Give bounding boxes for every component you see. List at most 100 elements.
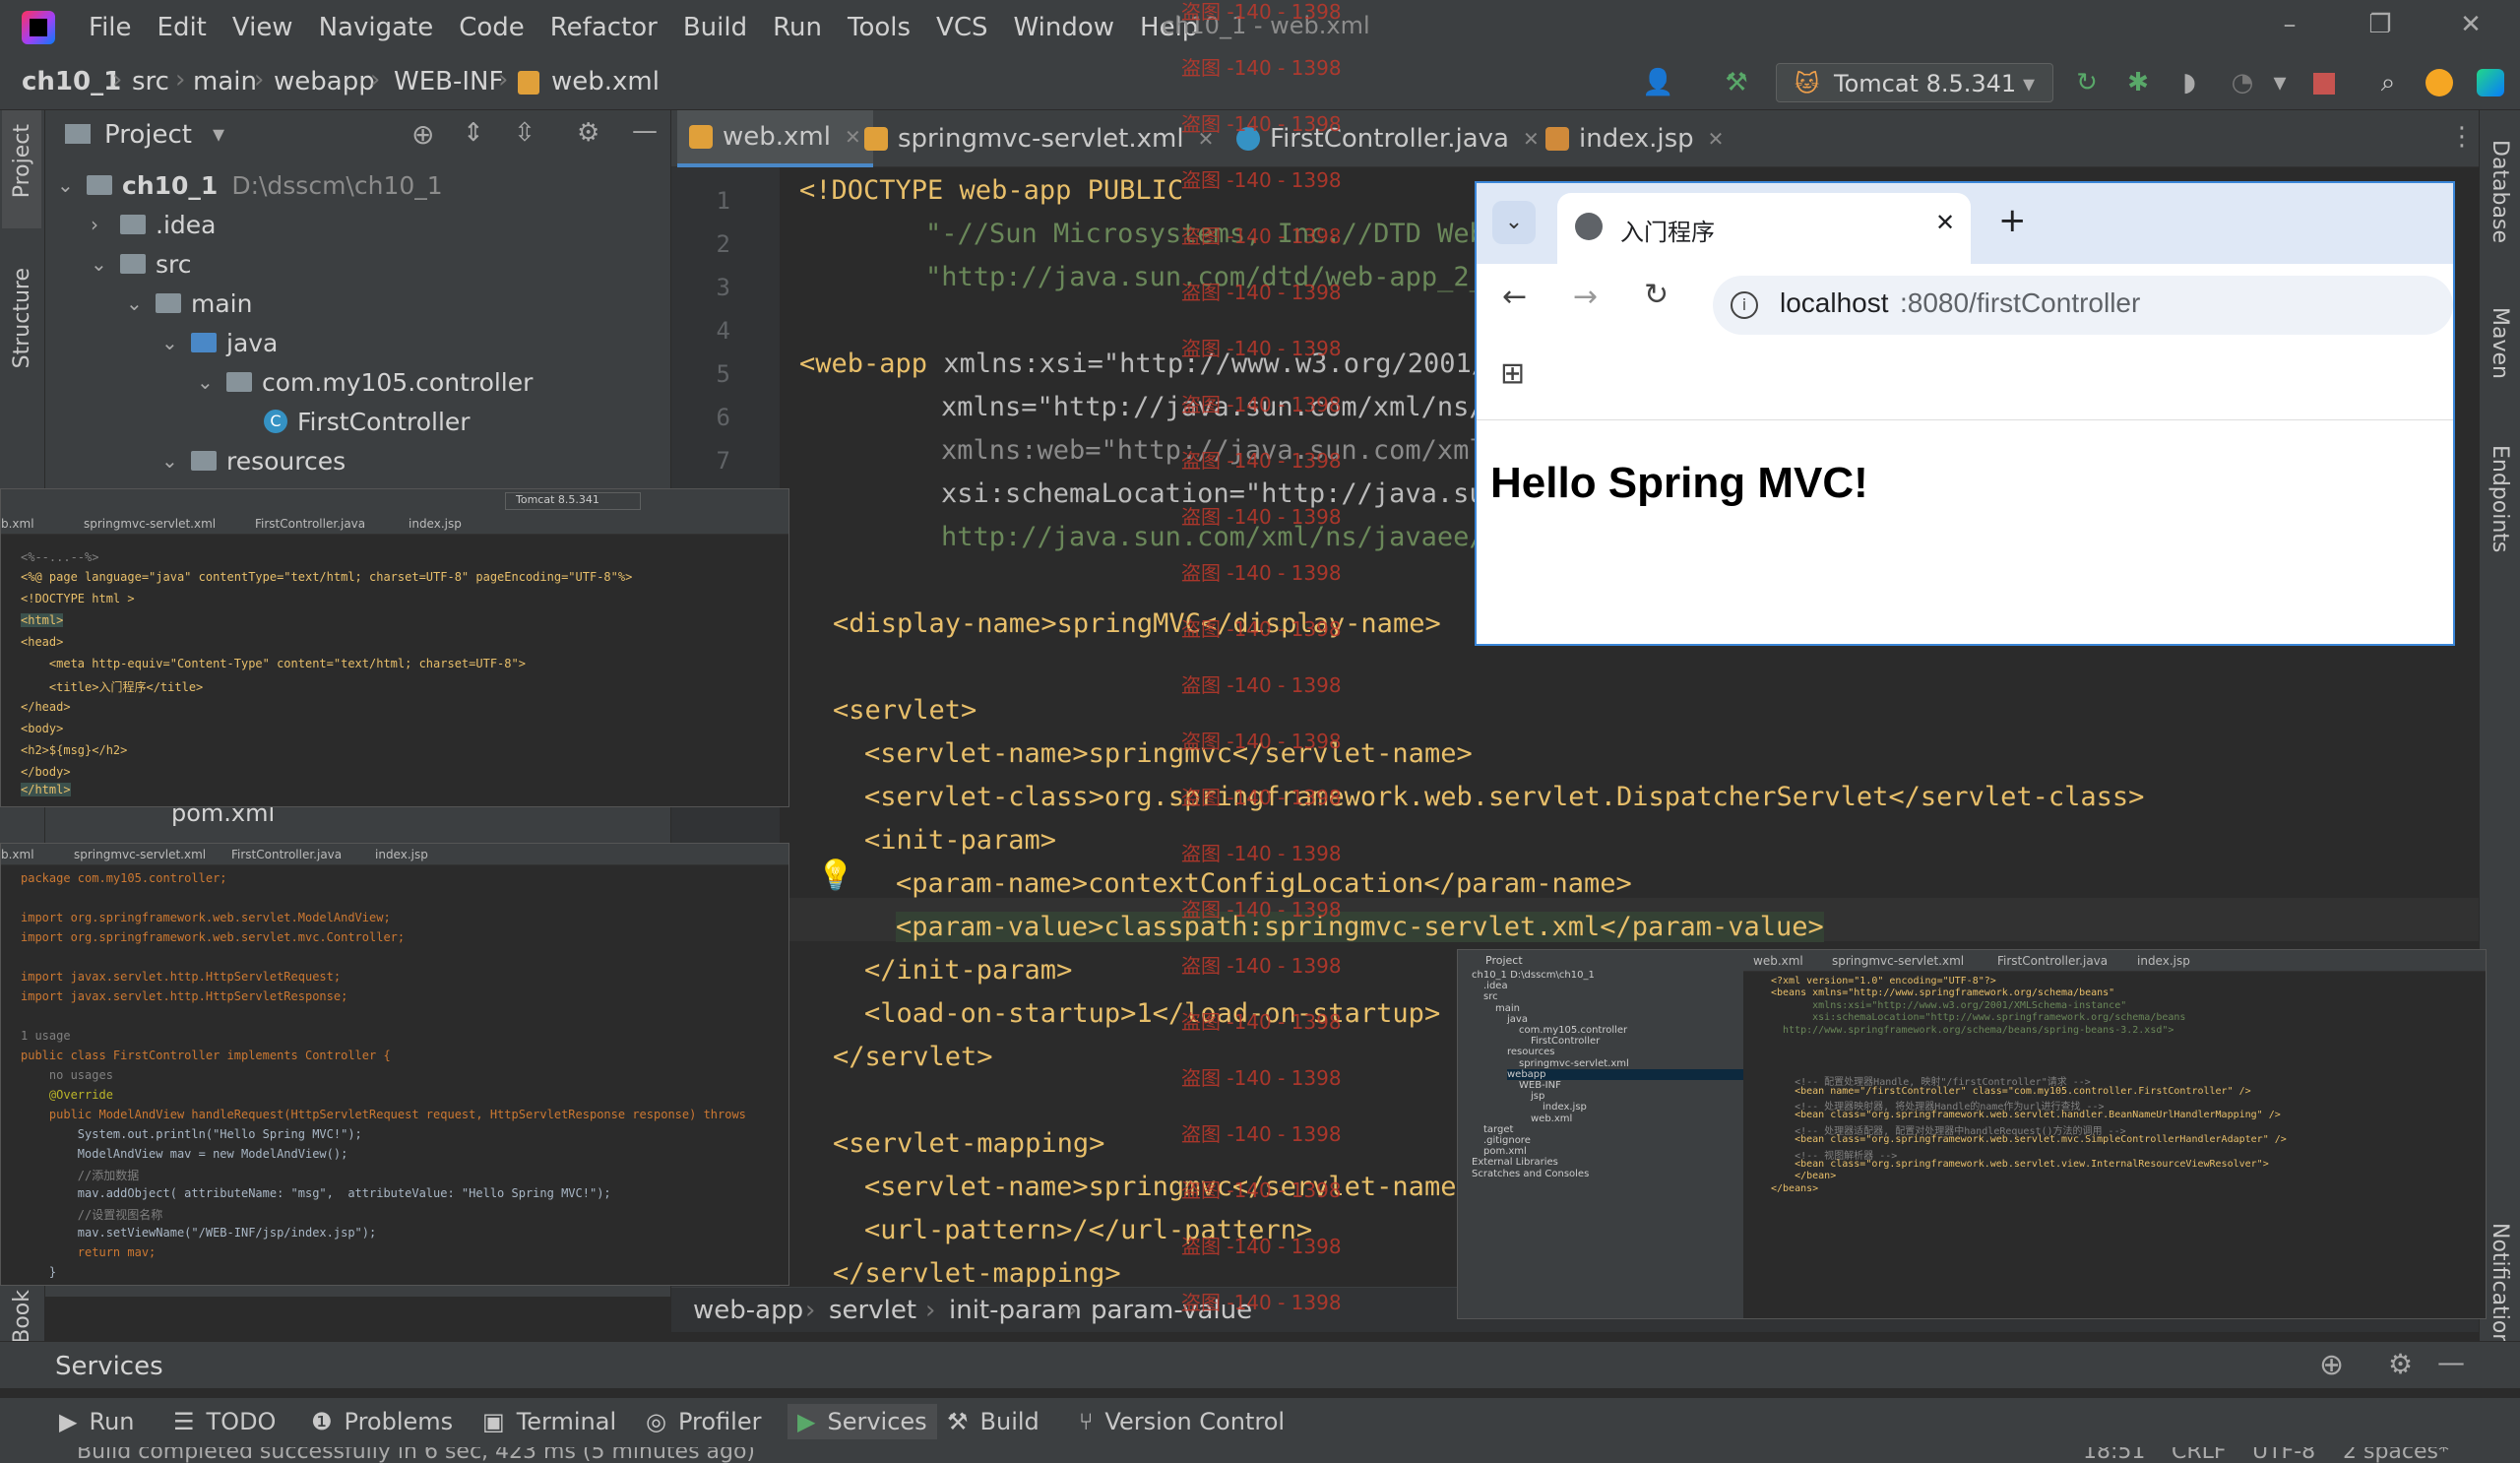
maven-tool-label[interactable]: Maven: [2488, 307, 2512, 379]
editor-breadcrumb-item[interactable]: web-app: [693, 1296, 803, 1325]
address-bar[interactable]: i localhost :8080/firstController: [1713, 276, 2453, 335]
expand-all-icon[interactable]: ⇕: [463, 118, 484, 148]
tree-item-src[interactable]: ⌄ src: [91, 244, 192, 284]
database-tool-label[interactable]: Database: [2488, 140, 2512, 243]
rerun-icon[interactable]: ↻: [2071, 67, 2103, 98]
more-tabs-icon[interactable]: ⋮: [2449, 122, 2475, 152]
tree-item-firstcontroller[interactable]: C FirstController: [264, 402, 471, 441]
tool-tab-services[interactable]: ▶ Services: [788, 1404, 937, 1439]
breadcrumb-src[interactable]: src: [132, 67, 169, 96]
run-configuration-select[interactable]: 🐱 Tomcat 8.5.341 ▾: [1776, 63, 2053, 102]
tab-web-xml[interactable]: web.xml ✕: [677, 110, 873, 167]
tab-list-chevron-icon[interactable]: ⌄: [1492, 201, 1536, 244]
close-tab-icon[interactable]: ✕: [1935, 209, 1955, 236]
tab-index-jsp[interactable]: index.jsp ✕: [1534, 110, 1735, 167]
site-info-icon[interactable]: i: [1731, 291, 1758, 319]
apps-grid-icon[interactable]: ⊞: [1500, 356, 1525, 391]
chevron-down-icon[interactable]: ▾: [213, 120, 224, 148]
code-line[interactable]: </servlet>: [833, 1042, 993, 1072]
tool-tab-terminal[interactable]: ▣ Terminal: [482, 1408, 616, 1435]
tool-tab-run[interactable]: ▶ Run: [59, 1408, 135, 1435]
tree-item-java[interactable]: ⌄ java: [161, 323, 278, 362]
tool-tab-version-control[interactable]: ⑂ Version Control: [1079, 1408, 1285, 1435]
back-arrow-icon[interactable]: ←: [1502, 280, 1527, 314]
breadcrumb-web-inf[interactable]: WEB-INF: [394, 67, 503, 96]
notifications-tool-label[interactable]: Notifications: [2488, 1223, 2512, 1359]
minimize-icon[interactable]: –: [2268, 10, 2311, 45]
code-line[interactable]: <servlet-class>org.springframework.web.s…: [864, 782, 2144, 812]
close-window-icon[interactable]: ✕: [2449, 10, 2492, 45]
code-line[interactable]: </init-param>: [864, 955, 1072, 986]
toolbox-icon[interactable]: [2477, 69, 2504, 96]
breadcrumb-webapp[interactable]: webapp: [274, 67, 375, 96]
more-run-chevron-icon[interactable]: ▾: [2264, 67, 2296, 98]
gear-icon[interactable]: ⚙: [577, 118, 599, 148]
tool-tab-problems[interactable]: ❶ Problems: [311, 1408, 453, 1435]
breadcrumb-file[interactable]: web.xml: [551, 67, 660, 96]
code-line[interactable]: <param-value>classpath:springmvc-servlet…: [896, 912, 1824, 942]
locate-icon[interactable]: ⊕: [2319, 1348, 2344, 1382]
line-separator[interactable]: CRLF: [2172, 1447, 2227, 1463]
tree-item-root[interactable]: ⌄ ch10_1 D:\dsscm\ch10_1: [57, 165, 443, 205]
tool-tab-todo[interactable]: ☰ TODO: [173, 1408, 276, 1435]
locate-icon[interactable]: ⊕: [411, 118, 434, 151]
file-encoding[interactable]: UTF-8: [2252, 1447, 2315, 1463]
collapse-all-icon[interactable]: ⇳: [514, 118, 536, 148]
endpoints-tool-label[interactable]: Endpoints: [2488, 445, 2512, 552]
forward-arrow-icon[interactable]: →: [1573, 280, 1598, 314]
breadcrumb-project[interactable]: ch10_1: [22, 67, 121, 96]
menu-tools[interactable]: Tools: [848, 13, 911, 42]
breadcrumb-main[interactable]: main: [193, 67, 257, 96]
new-tab-icon[interactable]: +: [1998, 201, 2027, 240]
close-tab-icon[interactable]: ✕: [1708, 127, 1725, 151]
user-icon[interactable]: 👤: [1642, 67, 1673, 98]
stop-icon[interactable]: [2313, 73, 2335, 95]
browser-tab[interactable]: 入门程序 ✕: [1557, 193, 1971, 264]
menu-run[interactable]: Run: [773, 13, 822, 42]
build-hammer-icon[interactable]: ⚒: [1721, 67, 1752, 98]
menu-code[interactable]: Code: [459, 13, 525, 42]
profile-icon[interactable]: ◔: [2227, 67, 2258, 98]
search-icon[interactable]: ⌕: [2372, 67, 2404, 98]
code-line[interactable]: <servlet>: [833, 695, 976, 726]
tab-springmvc-servlet-xml[interactable]: springmvc-servlet.xml ✕: [852, 110, 1226, 167]
code-line[interactable]: <web-app xmlns:xsi="http://www.w3.org/20…: [799, 349, 1487, 379]
code-line[interactable]: <init-param>: [864, 825, 1056, 856]
tool-tab-profiler[interactable]: ◎ Profiler: [646, 1408, 761, 1435]
tree-item-package[interactable]: ⌄ com.my105.controller: [197, 362, 533, 402]
tree-item-resources[interactable]: ⌄ resources: [161, 441, 346, 480]
reload-icon[interactable]: ↻: [1644, 278, 1669, 312]
caret-position[interactable]: 18:51: [2083, 1447, 2145, 1463]
hide-panel-icon[interactable]: —: [2437, 1346, 2465, 1378]
bookmarks-tool-label[interactable]: Book: [10, 1290, 34, 1344]
project-panel-title[interactable]: Project: [104, 120, 192, 150]
tree-item-main[interactable]: ⌄ main: [126, 284, 252, 323]
gear-icon[interactable]: ⚙: [2388, 1348, 2413, 1380]
menu-vcs[interactable]: VCS: [936, 13, 987, 42]
update-icon[interactable]: [2426, 69, 2453, 96]
code-line[interactable]: <servlet-name>springmvc</servlet-name>: [864, 1172, 1473, 1202]
debug-icon[interactable]: ✱: [2122, 67, 2154, 98]
menu-file[interactable]: File: [89, 13, 132, 42]
code-line[interactable]: <servlet-name>springmvc</servlet-name>: [864, 738, 1473, 769]
code-line[interactable]: <load-on-startup>1</load-on-startup>: [864, 998, 1440, 1029]
menu-window[interactable]: Window: [1014, 13, 1115, 42]
coverage-icon[interactable]: ◗: [2174, 67, 2205, 98]
indent-setting[interactable]: 2 spaces*: [2343, 1447, 2449, 1463]
tree-item-idea[interactable]: › .idea: [91, 205, 216, 244]
restore-icon[interactable]: ❐: [2359, 10, 2402, 45]
menu-edit[interactable]: Edit: [158, 13, 207, 42]
menu-build[interactable]: Build: [683, 13, 747, 42]
editor-breadcrumb-item[interactable]: servlet: [829, 1296, 916, 1325]
hide-panel-icon[interactable]: —: [632, 116, 658, 146]
code-line[interactable]: <display-name>springMVC</display-name>: [833, 608, 1441, 639]
code-line[interactable]: <servlet-mapping>: [833, 1128, 1104, 1159]
code-line[interactable]: </servlet-mapping>: [833, 1258, 1121, 1289]
intention-bulb-icon[interactable]: 💡: [817, 859, 853, 893]
code-line[interactable]: <!DOCTYPE web-app PUBLIC: [799, 175, 1183, 206]
menu-navigate[interactable]: Navigate: [319, 13, 434, 42]
project-tool-button[interactable]: Project: [2, 110, 41, 228]
tool-tab-build[interactable]: ⚒ Build: [947, 1408, 1040, 1435]
structure-tool-label[interactable]: Structure: [10, 268, 34, 368]
menu-refactor[interactable]: Refactor: [550, 13, 658, 42]
